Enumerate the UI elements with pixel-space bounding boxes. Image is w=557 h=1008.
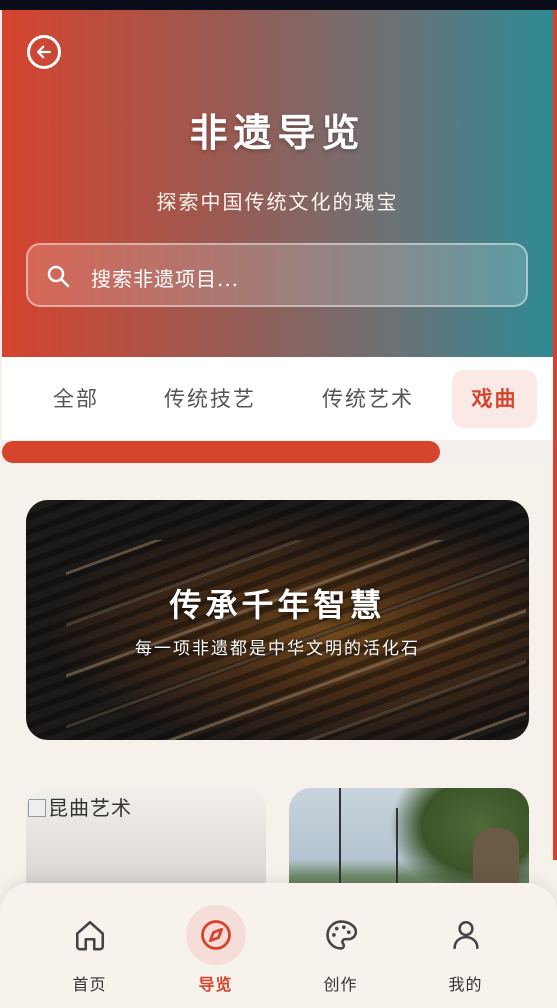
banner-subtitle: 每一项非遗都是中华文明的活化石 bbox=[135, 639, 420, 659]
nav-home[interactable]: 首页 bbox=[20, 883, 159, 1008]
hero-header: 非遗导览 探索中国传统文化的瑰宝 搜索非遗项目... bbox=[2, 10, 553, 357]
nav-guide[interactable]: 导览 bbox=[146, 883, 285, 1008]
search-placeholder: 搜索非遗项目... bbox=[91, 267, 240, 291]
nav-create[interactable]: 创作 bbox=[271, 883, 410, 1008]
status-bar bbox=[0, 0, 557, 10]
broken-image-icon bbox=[28, 799, 46, 817]
bottom-navigation: 首页 导览 创作 我的 bbox=[0, 883, 557, 1008]
search-input[interactable]: 搜索非遗项目... bbox=[26, 243, 528, 307]
page-subtitle: 探索中国传统文化的瑰宝 bbox=[156, 190, 399, 214]
banner-title: 传承千年智慧 bbox=[169, 586, 386, 624]
page-edge bbox=[553, 10, 557, 860]
arrow-left-icon bbox=[36, 45, 52, 59]
nav-profile-label: 我的 bbox=[448, 975, 483, 994]
palette-icon bbox=[325, 920, 357, 950]
compass-icon bbox=[200, 920, 231, 950]
tab-opera[interactable]: 戏曲 bbox=[452, 370, 537, 428]
tab-all[interactable]: 全部 bbox=[32, 370, 120, 428]
tab-traditional-craft[interactable]: 传统技艺 bbox=[150, 370, 270, 428]
search-icon bbox=[47, 265, 70, 288]
user-icon bbox=[452, 920, 479, 950]
back-button[interactable] bbox=[27, 35, 61, 69]
nav-guide-label: 导览 bbox=[198, 975, 233, 994]
nav-profile[interactable]: 我的 bbox=[396, 883, 535, 1008]
broken-image-alt: 昆曲艺术 bbox=[28, 792, 132, 821]
hero-banner[interactable]: 传承千年智慧 每一项非遗都是中华文明的活化石 bbox=[26, 500, 529, 740]
category-tabs: 全部 传统技艺 传统艺术 戏曲 bbox=[2, 357, 553, 440]
tabs-scrollbar-thumb[interactable] bbox=[2, 441, 440, 463]
tab-traditional-art[interactable]: 传统艺术 bbox=[308, 370, 428, 428]
nav-create-label: 创作 bbox=[323, 975, 358, 994]
nav-home-label: 首页 bbox=[72, 975, 107, 994]
card-alt-text: 昆曲艺术 bbox=[48, 796, 132, 820]
home-icon bbox=[75, 920, 104, 951]
page-title: 非遗导览 bbox=[189, 110, 366, 155]
swing-rope bbox=[339, 788, 341, 898]
